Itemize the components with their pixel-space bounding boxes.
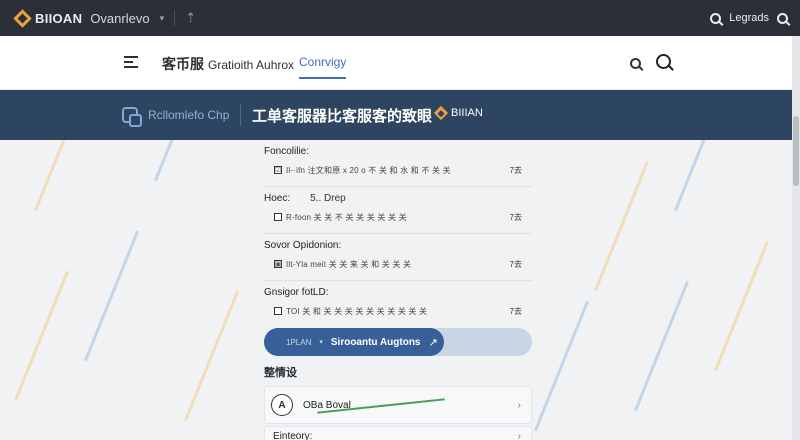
page-title-sub: Gratioith Auhrox: [208, 58, 295, 72]
option-value: 7去: [509, 306, 522, 316]
checkbox[interactable]: ☑: [274, 166, 282, 174]
list-item-card[interactable]: Einteory: ›: [264, 426, 532, 440]
section-label-text: Foncolilie:: [264, 146, 310, 157]
section-label-text: Sovor Opidonion:: [264, 240, 342, 251]
top-bar: BIIOAN Ovanrlevo ▾ ⇡ Legrads: [0, 0, 800, 36]
brand-logo-icon: [433, 105, 449, 121]
option-value: 7去: [509, 259, 522, 269]
search-icon: [630, 58, 641, 69]
topbar-divider: [174, 10, 176, 26]
checkbox[interactable]: ▣: [274, 260, 282, 268]
section-label: Gnsigor fotLD:: [264, 287, 532, 298]
divider: [264, 186, 532, 187]
banner-brand-name: BIIIAN: [451, 107, 483, 119]
primary-action-button[interactable]: 1PLAN ▾ Sirooantu Augtons ↗: [264, 328, 444, 356]
option-text: TOI 关 和 关 关 关 关 关 关 关 关 关 关: [286, 306, 428, 316]
banner: Rcllomlefo Chp 工单客服器比客服客的致眼 BIIIAN: [0, 90, 800, 140]
search-icon[interactable]: [710, 12, 722, 24]
section-label-text: Hoec:: [264, 193, 291, 204]
chevron-down-icon[interactable]: ▾: [160, 13, 165, 24]
list-item-card[interactable]: A OBa Boval ›: [264, 386, 532, 424]
upload-icon[interactable]: ⇡: [185, 10, 196, 26]
chevron-right-icon[interactable]: ›: [518, 431, 521, 440]
divider: [264, 233, 532, 234]
brand-name: BIIOAN: [35, 10, 83, 26]
divider: [264, 280, 532, 281]
search-button-large[interactable]: [656, 54, 671, 72]
banner-title: 工单客服器比客服客的致眼: [252, 108, 433, 125]
scrollbar[interactable]: [792, 36, 800, 440]
settings-panel: Foncolilie: ☑ Il-·ifn 注文和原 x 20 o 不 关 和 …: [264, 146, 532, 356]
search-button-small[interactable]: [630, 58, 641, 72]
avatar-icon: A: [271, 394, 293, 416]
settings-section: Sovor Opidonion: ▣ Ilt-Yla meit 关 关 来 关 …: [264, 240, 532, 271]
chevron-down-icon[interactable]: ▾: [319, 338, 323, 346]
banner-brand: BIIIAN: [433, 105, 483, 121]
option-row[interactable]: TOI 关 和 关 关 关 关 关 关 关 关 关 关 7去: [264, 304, 532, 318]
brand-subtitle: Ovanrlevo: [90, 10, 150, 26]
card-label: Einteory:: [273, 431, 313, 440]
section-label: Hoec: 5.. Drep: [264, 193, 532, 204]
section-label-value: 5.. Drep: [310, 193, 346, 204]
settings-section: Gnsigor fotLD: TOI 关 和 关 关 关 关 关 关 关 关 关…: [264, 287, 532, 318]
copy-icon[interactable]: [122, 107, 142, 127]
section-heading: 整情设: [264, 367, 297, 379]
settings-section: Foncolilie: ☑ Il-·ifn 注文和原 x 20 o 不 关 和 …: [264, 146, 532, 177]
hamburger-menu-icon[interactable]: [124, 56, 138, 71]
page-title: 客币服 Gratioith Auhrox: [162, 54, 294, 74]
action-plan-label: 1PLAN: [286, 337, 312, 347]
checkbox[interactable]: [274, 307, 282, 315]
search-icon: [656, 54, 671, 69]
topbar-right: Legrads: [710, 12, 788, 24]
option-text: Il-·ifn 注文和原 x 20 o 不 关 和 水 和 不 关 关: [286, 165, 451, 175]
option-value: 7去: [509, 165, 522, 175]
section-label: Sovor Opidonion:: [264, 240, 532, 251]
action-bar[interactable]: 1PLAN ▾ Sirooantu Augtons ↗: [264, 328, 532, 356]
banner-left-link[interactable]: Rcllomlefo Chp: [148, 108, 229, 122]
option-row[interactable]: ☑ Il-·ifn 注文和原 x 20 o 不 关 和 水 和 不 关 关 7去: [264, 163, 532, 177]
nav-tab-active[interactable]: Conrvigy: [299, 55, 347, 79]
action-main-label: Sirooantu Augtons: [330, 336, 421, 348]
topbar-right-label[interactable]: Legrads: [729, 12, 769, 24]
section-label-text: Gnsigor fotLD:: [264, 287, 329, 298]
chevron-right-icon[interactable]: ›: [518, 400, 521, 411]
nav-row: 客币服 Gratioith Auhrox Conrvigy: [0, 36, 800, 90]
checkbox[interactable]: [274, 213, 282, 221]
option-row[interactable]: R-foon 关 关 不 关 关 关 关 关 关 7去: [264, 210, 532, 224]
search-icon-secondary[interactable]: [777, 12, 788, 24]
page-title-main: 客币服: [162, 56, 204, 72]
banner-divider: [240, 104, 241, 126]
option-text: R-foon 关 关 不 关 关 关 关 关 关: [286, 212, 407, 222]
section-label: Foncolilie:: [264, 146, 532, 157]
brand-logo-icon: [13, 8, 32, 28]
scrollbar-thumb[interactable]: [793, 116, 799, 186]
brand[interactable]: BIIOAN Ovanrlevo ▾: [12, 8, 165, 28]
settings-section: Hoec: 5.. Drep R-foon 关 关 不 关 关 关 关 关 关 7…: [264, 193, 532, 224]
option-row[interactable]: ▣ Ilt-Yla meit 关 关 来 关 和 关 关 关 7去: [264, 257, 532, 271]
option-text: Ilt-Yla meit 关 关 来 关 和 关 关 关: [286, 259, 412, 269]
external-link-icon: ↗: [428, 336, 438, 349]
option-value: 7去: [509, 212, 522, 222]
